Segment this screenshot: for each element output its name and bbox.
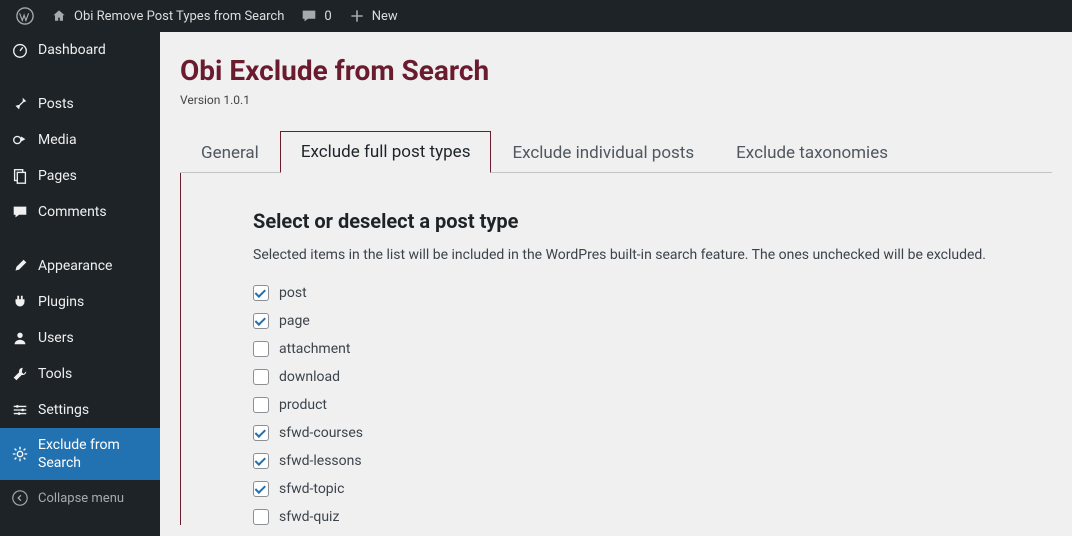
post-type-row-download: download [253, 369, 1004, 385]
plus-icon [348, 7, 366, 25]
tab-panel-exclude-post-types: Select or deselect a post type Selected … [180, 173, 1052, 525]
sidebar-item-label: Collapse menu [38, 491, 124, 506]
tab-exclude-taxonomies[interactable]: Exclude taxonomies [715, 132, 909, 173]
post-type-row-sfwd-courses: sfwd-courses [253, 425, 1004, 441]
sidebar-item-dashboard[interactable]: Dashboard [0, 32, 160, 68]
new-content-link[interactable]: New [340, 0, 406, 32]
gear-icon [10, 444, 30, 464]
comments-count: 0 [324, 9, 331, 24]
checkbox-post[interactable] [253, 285, 269, 301]
media-icon [10, 130, 30, 150]
tab-nav: GeneralExclude full post typesExclude in… [180, 131, 1052, 173]
post-type-row-sfwd-topic: sfwd-topic [253, 481, 1004, 497]
post-type-row-sfwd-quiz: sfwd-quiz [253, 509, 1004, 525]
sidebar-item-tools[interactable]: Tools [0, 356, 160, 392]
home-icon [50, 7, 68, 25]
post-type-row-page: page [253, 313, 1004, 329]
sidebar-item-exclude-search[interactable]: Exclude from Search [0, 428, 160, 480]
wp-logo[interactable] [8, 0, 42, 32]
sidebar-item-label: Comments [38, 204, 107, 220]
plug-icon [10, 292, 30, 312]
sidebar-item-label: Settings [38, 402, 89, 418]
post-type-label: download [279, 369, 340, 385]
sidebar-item-posts[interactable]: Posts [0, 86, 160, 122]
sidebar-item-comments[interactable]: Comments [0, 194, 160, 230]
tab-general[interactable]: General [180, 132, 280, 173]
wordpress-icon [16, 7, 34, 25]
post-type-label: sfwd-quiz [279, 509, 339, 525]
post-type-label: post [279, 285, 307, 301]
wrench-icon [10, 364, 30, 384]
admin-sidebar: Dashboard Posts Media Pages Comments Appearan… [0, 32, 160, 536]
post-type-row-sfwd-lessons: sfwd-lessons [253, 453, 1004, 469]
sidebar-item-label: Posts [38, 96, 74, 112]
sidebar-item-label: Media [38, 132, 77, 148]
collapse-icon [10, 488, 30, 508]
checkbox-sfwd-courses[interactable] [253, 425, 269, 441]
post-type-list: post page attachment download product sfwd-co… [253, 285, 1004, 525]
sidebar-item-media[interactable]: Media [0, 122, 160, 158]
sidebar-item-label: Plugins [38, 294, 84, 310]
checkbox-product[interactable] [253, 397, 269, 413]
checkbox-page[interactable] [253, 313, 269, 329]
sidebar-item-label: Pages [38, 168, 77, 184]
plugin-version: Version 1.0.1 [180, 93, 1052, 107]
user-icon [10, 328, 30, 348]
post-type-label: sfwd-courses [279, 425, 363, 441]
comments-link[interactable]: 0 [292, 0, 339, 32]
main-content: Obi Exclude from Search Version 1.0.1 Ge… [160, 32, 1072, 536]
new-label: New [372, 9, 398, 24]
sidebar-item-appearance[interactable]: Appearance [0, 248, 160, 284]
checkbox-attachment[interactable] [253, 341, 269, 357]
pin-icon [10, 94, 30, 114]
post-type-label: sfwd-lessons [279, 453, 362, 469]
sidebar-item-label: Exclude from Search [38, 436, 150, 472]
sliders-icon [10, 400, 30, 420]
page-title: Obi Exclude from Search [180, 54, 1052, 87]
pages-icon [10, 166, 30, 186]
post-type-label: page [279, 313, 310, 329]
sidebar-item-plugins[interactable]: Plugins [0, 284, 160, 320]
checkbox-sfwd-topic[interactable] [253, 481, 269, 497]
sidebar-item-label: Dashboard [38, 42, 106, 58]
sidebar-item-collapse[interactable]: Collapse menu [0, 480, 160, 516]
post-type-row-post: post [253, 285, 1004, 301]
checkbox-download[interactable] [253, 369, 269, 385]
tab-exclude-post-types[interactable]: Exclude full post types [280, 131, 492, 173]
sidebar-item-label: Tools [38, 366, 72, 382]
sidebar-item-label: Appearance [38, 258, 112, 274]
admin-bar: Obi Remove Post Types from Search 0 New [0, 0, 1072, 32]
comment-icon [10, 202, 30, 222]
sidebar-item-label: Users [38, 330, 74, 346]
site-name: Obi Remove Post Types from Search [74, 9, 284, 24]
dashboard-icon [10, 40, 30, 60]
checkbox-sfwd-quiz[interactable] [253, 509, 269, 525]
site-link[interactable]: Obi Remove Post Types from Search [42, 0, 292, 32]
panel-description: Selected items in the list will be inclu… [253, 247, 1004, 263]
post-type-label: sfwd-topic [279, 481, 344, 497]
checkbox-sfwd-lessons[interactable] [253, 453, 269, 469]
post-type-label: product [279, 397, 327, 413]
brush-icon [10, 256, 30, 276]
sidebar-item-pages[interactable]: Pages [0, 158, 160, 194]
sidebar-item-settings[interactable]: Settings [0, 392, 160, 428]
post-type-row-product: product [253, 397, 1004, 413]
comment-icon [300, 7, 318, 25]
sidebar-item-users[interactable]: Users [0, 320, 160, 356]
post-type-label: attachment [279, 341, 350, 357]
post-type-row-attachment: attachment [253, 341, 1004, 357]
panel-heading: Select or deselect a post type [253, 209, 1004, 233]
tab-exclude-posts[interactable]: Exclude individual posts [491, 132, 715, 173]
